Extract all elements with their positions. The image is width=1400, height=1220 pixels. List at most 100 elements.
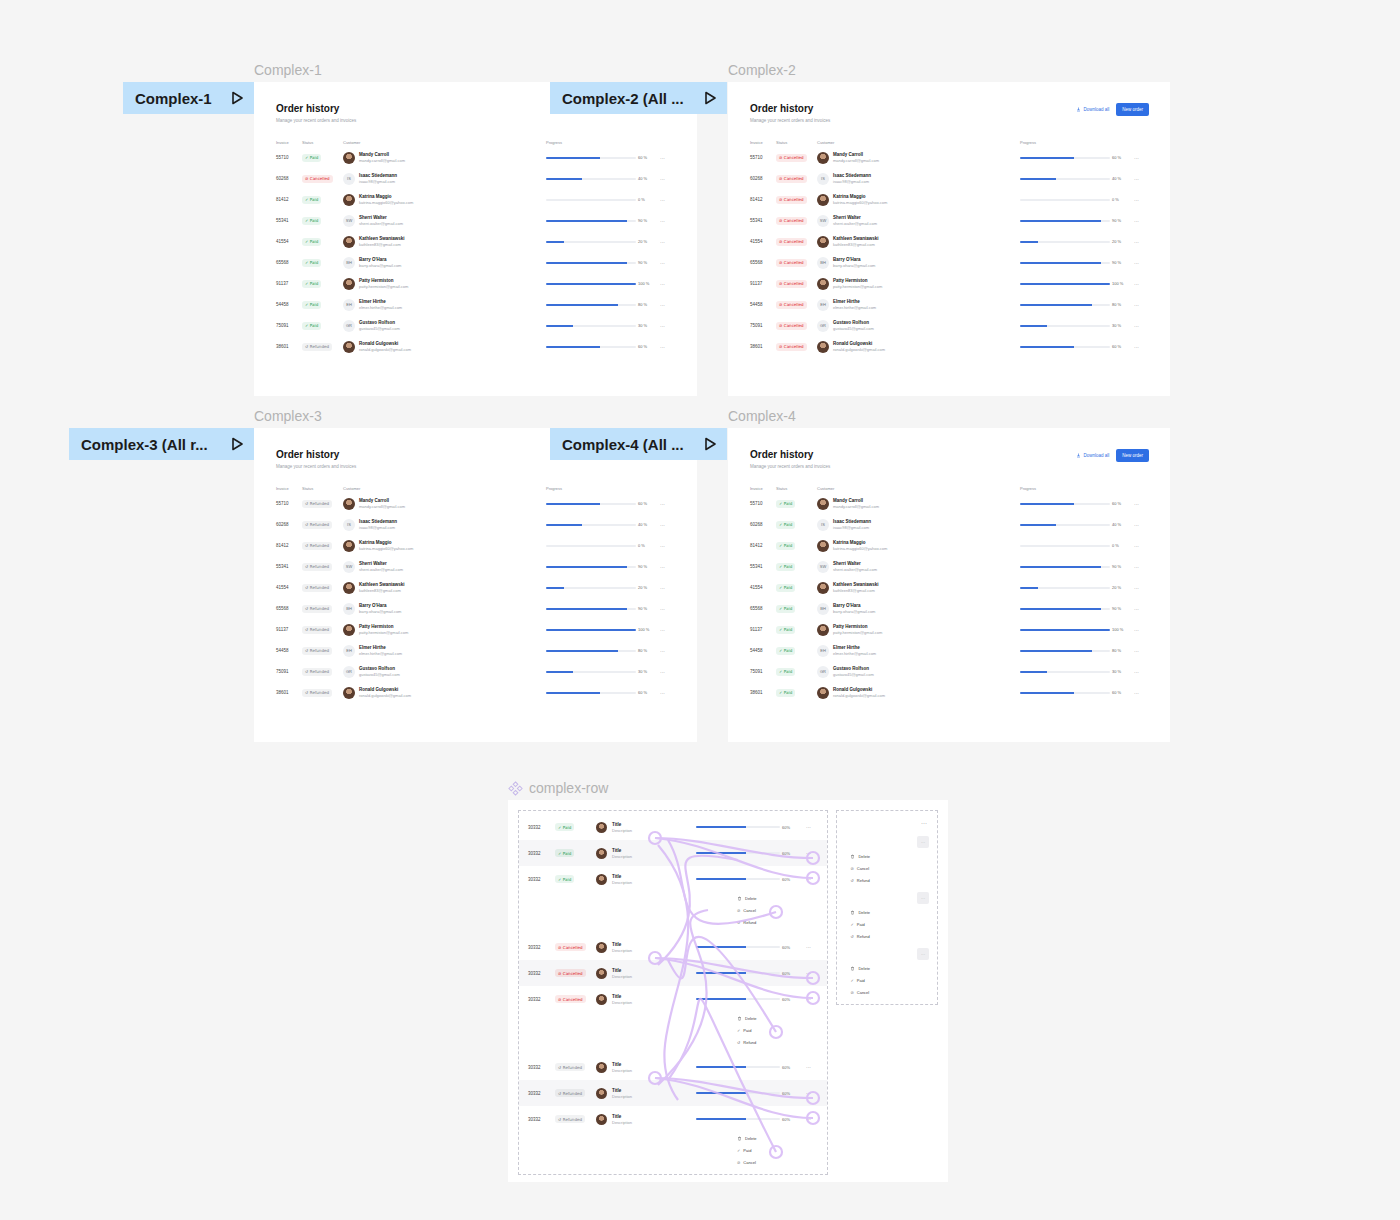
row-more-button[interactable]: ··· xyxy=(660,606,674,612)
row-more-button[interactable]: ··· xyxy=(660,627,674,633)
row-more-button[interactable]: ··· xyxy=(660,344,674,350)
order-row[interactable]: 91137↺RefundedPatty Hermistonpatty.hermi… xyxy=(276,619,676,640)
order-row[interactable]: 65568↺RefundedBHBarry O'Harabarry.ohara@… xyxy=(276,598,676,619)
order-row[interactable]: 55341✓PaidSWSherri Waltersherri.walter@g… xyxy=(276,210,676,231)
row-more-button[interactable]: ··· xyxy=(660,197,674,203)
menu-item[interactable]: ✓Paid xyxy=(737,1024,827,1036)
frame[interactable]: Complex-2Order historyManage your recent… xyxy=(728,62,1170,396)
menu-item[interactable]: ↺Refund xyxy=(850,874,929,886)
frame[interactable]: Complex-4Order historyManage your recent… xyxy=(728,408,1170,742)
row-more-button[interactable]: ··· xyxy=(660,239,674,245)
row-more-button[interactable]: ··· xyxy=(1134,281,1148,287)
order-row[interactable]: 55341↺RefundedSWSherri Waltersherri.walt… xyxy=(276,556,676,577)
order-row[interactable]: 54458↺RefundedEHElmer Hirtheelmer.hirthe… xyxy=(276,640,676,661)
complex-row[interactable]: 30332✓PaidTitleDescription60%··· xyxy=(519,866,827,892)
order-row[interactable]: 60268⊘CancelledISIsaac Stiedemannisaac98… xyxy=(750,168,1149,189)
menu-item[interactable]: Delete xyxy=(850,906,929,918)
row-more-button[interactable]: ··· xyxy=(1134,522,1148,528)
column-header[interactable]: Invoice xyxy=(276,486,302,491)
row-more-button[interactable]: ··· xyxy=(806,824,818,830)
row-more-button[interactable]: ··· xyxy=(806,996,818,1002)
column-header[interactable]: Progress xyxy=(1020,140,1112,145)
row-more-button[interactable]: ··· xyxy=(660,669,674,675)
new-order-button[interactable]: New order xyxy=(1116,103,1149,116)
row-more-button[interactable]: ··· xyxy=(1134,627,1148,633)
order-row[interactable]: 91137✓PaidPatty Hermistonpatty.hermiston… xyxy=(750,619,1149,640)
order-row[interactable]: 65568✓PaidBHBarry O'Harabarry.ohara@gmai… xyxy=(750,598,1149,619)
play-icon[interactable] xyxy=(229,436,245,452)
column-header[interactable]: Status xyxy=(776,486,817,491)
order-row[interactable]: 81412✓PaidKatrina Maggiokatrina.maggio60… xyxy=(750,535,1149,556)
row-more-button[interactable]: ··· xyxy=(1134,218,1148,224)
menu-item[interactable]: Delete xyxy=(737,892,827,904)
play-icon[interactable] xyxy=(229,90,245,106)
complex-row[interactable]: 30332⊘CancelledTitleDescription60%··· xyxy=(519,934,827,960)
column-header[interactable]: Status xyxy=(302,486,343,491)
frame-label[interactable]: Complex-2 xyxy=(728,62,1170,78)
more-button[interactable]: ··· xyxy=(917,892,929,904)
menu-item[interactable]: ↺Refund xyxy=(737,1036,827,1048)
download-all-link[interactable]: Download all xyxy=(1076,107,1109,112)
order-row[interactable]: 41554✓PaidKathleen Swaniawskikathleen83@… xyxy=(750,577,1149,598)
flow-start-chip[interactable]: Complex-2 (All ... xyxy=(550,82,727,114)
row-more-button[interactable]: ··· xyxy=(1134,543,1148,549)
order-row[interactable]: 75091✓PaidGRGustavo Rolfsongustavo45@gma… xyxy=(750,661,1149,682)
row-more-button[interactable]: ··· xyxy=(660,648,674,654)
order-row[interactable]: 55710✓PaidMandy Carrollmandy.carroll@gma… xyxy=(276,147,676,168)
order-row[interactable]: 75091✓PaidGRGustavo Rolfsongustavo45@gma… xyxy=(276,315,676,336)
row-more-button[interactable]: ··· xyxy=(660,302,674,308)
row-more-button[interactable]: ··· xyxy=(1134,648,1148,654)
play-icon[interactable] xyxy=(702,436,718,452)
column-header[interactable]: Progress xyxy=(546,140,638,145)
more-button[interactable]: ··· xyxy=(917,836,929,848)
row-more-button[interactable]: ··· xyxy=(1134,344,1148,350)
menu-item[interactable]: Delete xyxy=(850,962,929,974)
complex-row[interactable]: 30332⊘CancelledTitleDescription60%··· xyxy=(519,960,827,986)
order-row[interactable]: 38601↺RefundedRonald Gulgowskironald.gul… xyxy=(276,336,676,357)
more-button[interactable]: ··· xyxy=(850,817,929,829)
order-row[interactable]: 41554⊘CancelledKathleen Swaniawskikathle… xyxy=(750,231,1149,252)
row-more-button[interactable]: ··· xyxy=(1134,606,1148,612)
order-row[interactable]: 60268✓PaidISIsaac Stiedemannisaac98@gmai… xyxy=(750,514,1149,535)
menu-item[interactable]: Delete xyxy=(737,1012,827,1024)
order-row[interactable]: 38601⊘CancelledRonald Gulgowskironald.gu… xyxy=(750,336,1149,357)
row-more-button[interactable]: ··· xyxy=(660,176,674,182)
row-more-button[interactable]: ··· xyxy=(660,564,674,570)
menu-item[interactable]: ⊘Cancel xyxy=(737,1156,827,1168)
row-more-button[interactable]: ··· xyxy=(1134,323,1148,329)
order-row[interactable]: 81412↺RefundedKatrina Maggiokatrina.magg… xyxy=(276,535,676,556)
order-row[interactable]: 38601✓PaidRonald Gulgowskironald.gulgows… xyxy=(750,682,1149,703)
order-row[interactable]: 81412✓PaidKatrina Maggiokatrina.maggio60… xyxy=(276,189,676,210)
menu-item[interactable]: Delete xyxy=(850,850,929,862)
menu-item[interactable]: ✓Paid xyxy=(737,1144,827,1156)
flow-start-chip[interactable]: Complex-1 xyxy=(123,82,254,114)
menu-item[interactable]: ⊘Cancel xyxy=(850,862,929,874)
frame-label[interactable]: Complex-3 xyxy=(254,408,697,424)
order-row[interactable]: 65568⊘CancelledBHBarry O'Harabarry.ohara… xyxy=(750,252,1149,273)
order-row[interactable]: 54458✓PaidEHElmer Hirtheelmer.hirthe@gma… xyxy=(750,640,1149,661)
column-header[interactable]: Customer xyxy=(343,486,546,491)
flow-start-chip[interactable]: Complex-4 (All ... xyxy=(550,428,727,460)
complex-row[interactable]: 30332✓PaidTitleDescription60%··· xyxy=(519,840,827,866)
row-more-button[interactable]: ··· xyxy=(806,1116,818,1122)
complex-row[interactable]: 30332↺RefundedTitleDescription60%··· xyxy=(519,1054,827,1080)
order-row[interactable]: 54458⊘CancelledEHElmer Hirtheelmer.hirth… xyxy=(750,294,1149,315)
complex-row[interactable]: 30332↺RefundedTitleDescription60%··· xyxy=(519,1080,827,1106)
order-row[interactable]: 55341✓PaidSWSherri Waltersherri.walter@g… xyxy=(750,556,1149,577)
order-row[interactable]: 55710↺RefundedMandy Carrollmandy.carroll… xyxy=(276,493,676,514)
row-more-button[interactable]: ··· xyxy=(1134,501,1148,507)
row-more-button[interactable]: ··· xyxy=(1134,669,1148,675)
row-more-button[interactable]: ··· xyxy=(1134,564,1148,570)
column-header[interactable]: Status xyxy=(776,140,817,145)
row-more-button[interactable]: ··· xyxy=(660,260,674,266)
download-all-link[interactable]: Download all xyxy=(1076,453,1109,458)
row-more-button[interactable]: ··· xyxy=(660,543,674,549)
menu-item[interactable]: ⊘Cancel xyxy=(850,986,929,998)
row-more-button[interactable]: ··· xyxy=(806,1064,818,1070)
row-more-button[interactable]: ··· xyxy=(1134,239,1148,245)
menu-item[interactable]: ⊘Cancel xyxy=(737,904,827,916)
row-more-button[interactable]: ··· xyxy=(806,944,818,950)
column-header[interactable]: Customer xyxy=(817,140,1020,145)
order-row[interactable]: 75091⊘CancelledGRGustavo Rolfsongustavo4… xyxy=(750,315,1149,336)
row-more-button[interactable]: ··· xyxy=(806,876,818,882)
